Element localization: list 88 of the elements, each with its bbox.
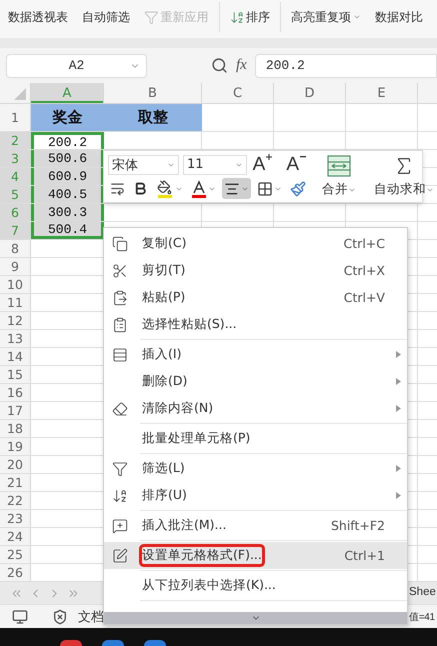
row-header[interactable]: 14	[0, 348, 31, 365]
menu-item[interactable]: 设置单元格格式(F)... Ctrl+1	[104, 542, 407, 569]
menu-item[interactable]: 插入批注(M)... Shift+F2	[104, 512, 407, 539]
row-header[interactable]: 11	[0, 294, 31, 311]
document-status[interactable]: 文档	[78, 608, 104, 626]
ribbon-button[interactable]: 排序	[246, 8, 270, 26]
filter-icon	[144, 10, 159, 24]
merge-cells-icon	[327, 155, 351, 177]
autosum-button[interactable]: 自动求和	[374, 181, 434, 198]
row-header[interactable]: 26	[0, 564, 31, 581]
row-header[interactable]: 10	[0, 276, 31, 293]
search-icon[interactable]	[211, 57, 228, 74]
menu-item[interactable]: 批量处理单元格(P)	[104, 425, 407, 452]
row-header[interactable]: 20	[0, 456, 31, 473]
menu-item[interactable]: 剪切(T) Ctrl+X	[104, 257, 407, 284]
table-cell: 200.2	[31, 132, 104, 149]
fx-label[interactable]: fx	[236, 57, 247, 74]
row-header[interactable]: 12	[0, 312, 31, 329]
column-header[interactable]: D	[274, 83, 346, 103]
row-header[interactable]: 23	[0, 510, 31, 527]
fill-color-icon[interactable]	[156, 180, 174, 198]
sheet-tab[interactable]: Shee	[409, 586, 436, 598]
menu-item[interactable]: 删除(D)	[104, 368, 407, 395]
menu-icon	[112, 236, 128, 252]
row-header[interactable]: 1	[0, 104, 31, 131]
name-box[interactable]: A2	[6, 54, 147, 78]
menu-item[interactable]: 插入(I)	[104, 341, 407, 368]
menu-icon	[112, 290, 128, 306]
borders-icon[interactable]	[257, 180, 273, 196]
ribbon-button[interactable]: 自动筛选	[82, 8, 130, 26]
align-center-button[interactable]	[222, 178, 251, 199]
wrap-text-icon[interactable]	[110, 181, 125, 196]
shield-icon[interactable]	[52, 608, 68, 624]
table-cell: 500.4	[31, 222, 104, 239]
column-header[interactable]: B	[104, 83, 202, 103]
header-cell: 取整	[104, 104, 202, 131]
format-painter-icon[interactable]	[290, 180, 306, 196]
bold-icon[interactable]	[133, 181, 148, 196]
table-cell: 300.3	[31, 204, 104, 221]
column-header[interactable]: E	[346, 83, 418, 103]
row-header[interactable]: 18	[0, 420, 31, 437]
row-header[interactable]: 24	[0, 528, 31, 545]
menu-icon	[112, 346, 128, 362]
row-header[interactable]: 17	[0, 402, 31, 419]
formula-field[interactable]: 200.2	[254, 54, 437, 78]
column-header[interactable]: C	[202, 83, 274, 103]
header-cell: 奖金	[31, 104, 104, 131]
ribbon-button[interactable]: 数据对比	[375, 8, 423, 26]
menu-icon	[112, 262, 128, 278]
grow-font-button[interactable]: A	[252, 154, 266, 174]
row-header[interactable]: 8	[0, 240, 31, 257]
plus-icon	[266, 154, 272, 160]
menu-icon	[112, 316, 128, 332]
row-header[interactable]: 9	[0, 258, 31, 275]
menu-item[interactable]: 复制(C) Ctrl+C	[104, 230, 407, 257]
align-center-icon	[224, 180, 240, 196]
font-select[interactable]: 宋体	[108, 154, 180, 174]
table-cell: 600.9	[31, 168, 104, 185]
menu-item[interactable]: 排序(U)	[104, 482, 407, 509]
menu-icon	[112, 548, 128, 564]
menu-item[interactable]: 粘贴(P) Ctrl+V	[104, 284, 407, 311]
summary-text: 值=41	[409, 611, 435, 624]
ribbon-button[interactable]: 高亮重复项	[291, 8, 361, 26]
row-header[interactable]: 25	[0, 546, 31, 563]
menu-icon	[112, 460, 128, 476]
row-header[interactable]: 21	[0, 474, 31, 491]
row-header[interactable]: 22	[0, 492, 31, 509]
ribbon-button[interactable]: 数据透视表	[8, 8, 68, 26]
row-header[interactable]: 15	[0, 366, 31, 383]
menu-icon	[112, 518, 128, 534]
row-header[interactable]: 13	[0, 330, 31, 347]
menu-icon	[112, 400, 128, 416]
row-header[interactable]: 19	[0, 438, 31, 455]
size-select[interactable]: 11	[183, 154, 247, 174]
table-cell: 500.6	[31, 150, 104, 167]
monitor-icon[interactable]	[12, 608, 28, 624]
minus-icon	[300, 156, 306, 158]
menu-icon	[112, 488, 128, 504]
menu-item[interactable]: 从下拉列表中选择(K)...	[104, 572, 407, 599]
font-color-icon[interactable]	[191, 180, 207, 198]
merge-button[interactable]: 合并	[322, 181, 356, 198]
menu-item[interactable]: 选择性粘贴(S)...	[104, 311, 407, 338]
row-header[interactable]: 16	[0, 384, 31, 401]
menu-item[interactable]: 筛选(L)	[104, 455, 407, 482]
menu-item[interactable]: 清除内容(N)	[104, 395, 407, 422]
shrink-font-button[interactable]: A	[286, 154, 299, 174]
sort-icon	[230, 10, 244, 24]
table-cell: 400.5	[31, 186, 104, 203]
